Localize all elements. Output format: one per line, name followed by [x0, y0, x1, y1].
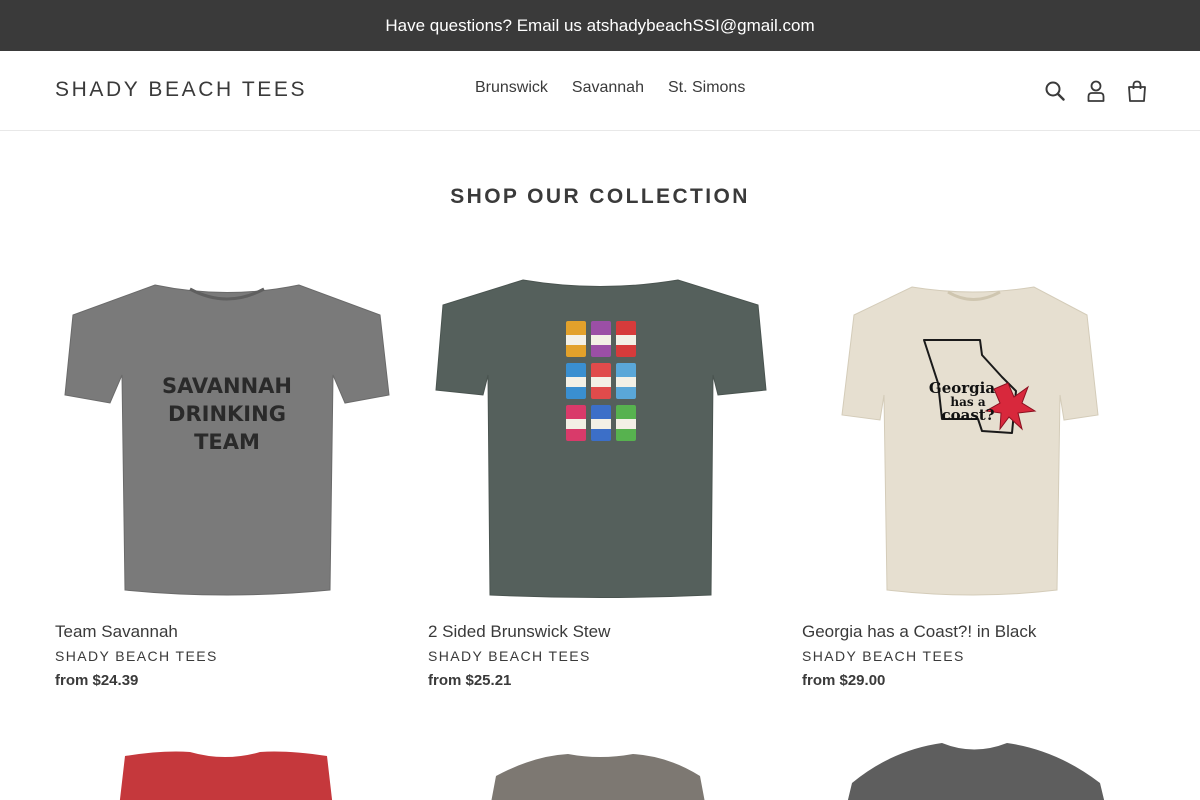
product-card-brunswick-stew[interactable]: 2 Sided Brunswick Stew SHADY BEACH TEES …	[428, 265, 773, 689]
search-icon[interactable]	[1044, 78, 1066, 104]
product-image[interactable]	[428, 728, 773, 800]
product-price: from $24.39	[55, 672, 139, 689]
product-title[interactable]: Georgia has a Coast?! in Black	[802, 622, 1036, 642]
product-price: from $25.21	[428, 672, 512, 689]
print-line-1: SAVANNAH	[162, 374, 292, 398]
print-line-3: TEAM	[194, 430, 260, 454]
product-card-next-2[interactable]	[428, 728, 773, 800]
announcement-text: Have questions? Email us at	[385, 15, 601, 35]
product-card-team-savannah[interactable]: SAVANNAH DRINKING TEAM Team Savannah SHA…	[55, 265, 400, 689]
product-vendor: SHADY BEACH TEES	[55, 648, 218, 664]
site-header: SHADY BEACH TEES Brunswick Savannah St. …	[0, 51, 1200, 131]
product-card-georgia-coast[interactable]: Georgia has a coast? Georgia has a Coast…	[802, 265, 1147, 689]
product-vendor: SHADY BEACH TEES	[428, 648, 591, 664]
cart-icon[interactable]	[1126, 78, 1148, 104]
site-logo[interactable]: SHADY BEACH TEES	[55, 78, 307, 102]
soup-cans-print	[566, 321, 636, 441]
announcement-bar: Have questions? Email us at shadybeachSS…	[0, 0, 1200, 51]
product-title[interactable]: 2 Sided Brunswick Stew	[428, 622, 610, 642]
main-nav: Brunswick Savannah St. Simons	[463, 79, 757, 97]
product-vendor: SHADY BEACH TEES	[802, 648, 965, 664]
account-icon[interactable]	[1085, 78, 1107, 104]
product-image[interactable]	[428, 265, 773, 610]
product-title[interactable]: Team Savannah	[55, 622, 178, 642]
announcement-email-link[interactable]: shadybeachSSI@gmail.com	[601, 16, 815, 36]
product-price: from $29.00	[802, 672, 886, 689]
product-image[interactable]: SAVANNAH DRINKING TEAM	[55, 265, 400, 610]
nav-item-st-simons[interactable]: St. Simons	[656, 79, 757, 97]
collection-title: SHOP OUR COLLECTION	[450, 185, 750, 208]
product-image[interactable]	[802, 728, 1147, 800]
print-line-3: coast?	[941, 406, 994, 424]
product-image[interactable]	[55, 728, 400, 800]
product-card-next-3[interactable]	[802, 728, 1147, 800]
product-card-next-1[interactable]	[55, 728, 400, 800]
print-line-2: DRINKING	[168, 402, 286, 426]
nav-item-brunswick[interactable]: Brunswick	[463, 79, 560, 97]
header-icons	[1025, 78, 1148, 104]
nav-item-savannah[interactable]: Savannah	[560, 79, 656, 97]
product-image[interactable]: Georgia has a coast?	[802, 265, 1147, 610]
